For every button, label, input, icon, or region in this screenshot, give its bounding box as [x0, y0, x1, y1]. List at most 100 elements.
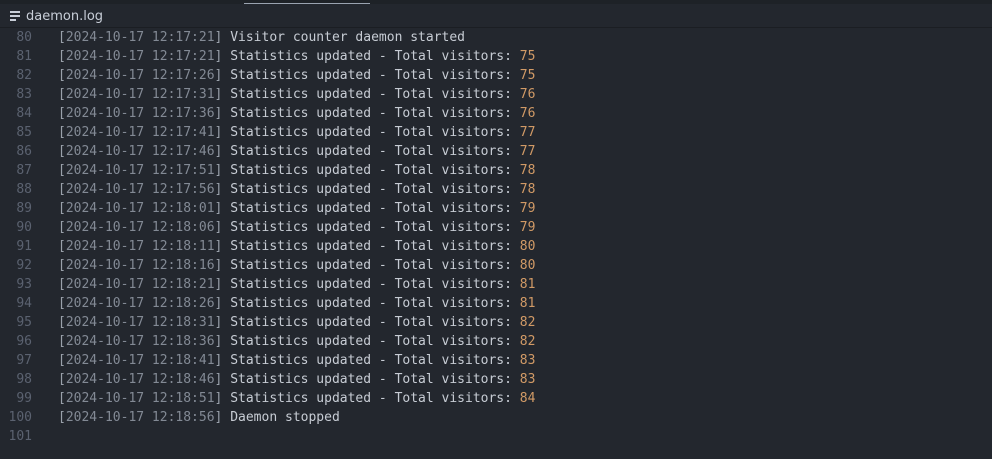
line-content: [2024-10-17 12:18:26] Statistics updated… [58, 294, 535, 313]
log-message: Statistics updated - Total visitors: [230, 106, 520, 121]
log-line[interactable]: 83 [2024-10-17 12:17:31] Statistics updat… [0, 85, 992, 104]
line-content: [2024-10-17 12:18:21] Statistics updated… [58, 275, 535, 294]
visitor-count: 75 [519, 68, 536, 83]
code-area[interactable]: 80 [2024-10-17 12:17:21] Visitor counter … [0, 28, 992, 446]
bracket-close: ] [214, 258, 231, 273]
bracket-open: [ [58, 239, 66, 254]
bracket-close: ] [214, 87, 231, 102]
bracket-close: ] [214, 239, 231, 254]
bracket-open: [ [58, 315, 66, 330]
log-line[interactable]: 101 [0, 427, 992, 446]
line-content: [2024-10-17 12:18:06] Statistics updated… [58, 218, 535, 237]
log-line[interactable]: 89 [2024-10-17 12:18:01] Statistics updat… [0, 199, 992, 218]
log-timestamp: 2024-10-17 12:18:56 [65, 410, 215, 425]
log-timestamp: 2024-10-17 12:18:51 [65, 391, 215, 406]
bracket-close: ] [214, 315, 231, 330]
line-content: [2024-10-17 12:18:31] Statistics updated… [58, 313, 535, 332]
tab-header: daemon.log [0, 4, 992, 28]
line-number: 87 [16, 163, 32, 178]
line-content: [2024-10-17 12:17:31] Statistics updated… [58, 85, 535, 104]
visitor-count: 75 [519, 49, 536, 64]
log-line[interactable]: 81 [2024-10-17 12:17:21] Statistics updat… [0, 47, 992, 66]
log-line[interactable]: 92 [2024-10-17 12:18:16] Statistics updat… [0, 256, 992, 275]
log-message: Daemon stopped [230, 410, 340, 425]
log-line[interactable]: 90 [2024-10-17 12:18:06] Statistics updat… [0, 218, 992, 237]
log-timestamp: 2024-10-17 12:18:31 [65, 315, 215, 330]
log-line[interactable]: 98 [2024-10-17 12:18:46] Statistics updat… [0, 370, 992, 389]
line-number: 82 [16, 68, 32, 83]
log-line[interactable]: 86 [2024-10-17 12:17:46] Statistics updat… [0, 142, 992, 161]
visitor-count: 81 [519, 277, 536, 292]
log-timestamp: 2024-10-17 12:18:46 [65, 372, 215, 387]
bracket-close: ] [214, 277, 231, 292]
line-content: [2024-10-17 12:17:26] Statistics updated… [58, 66, 535, 85]
file-tab[interactable]: daemon.log [10, 7, 103, 25]
bracket-open: [ [58, 144, 66, 159]
log-line[interactable]: 80 [2024-10-17 12:17:21] Visitor counter … [0, 28, 992, 47]
bracket-close: ] [214, 220, 231, 235]
log-message: Statistics updated - Total visitors: [230, 163, 520, 178]
visitor-count: 84 [519, 391, 536, 406]
bracket-close: ] [214, 49, 231, 64]
log-timestamp: 2024-10-17 12:17:21 [65, 49, 215, 64]
line-content: [2024-10-17 12:18:41] Statistics updated… [58, 351, 535, 370]
line-content: [2024-10-17 12:18:16] Statistics updated… [58, 256, 535, 275]
line-content: [2024-10-17 12:17:21] Visitor counter da… [58, 28, 465, 47]
visitor-count: 83 [519, 353, 536, 368]
log-message: Statistics updated - Total visitors: [230, 87, 520, 102]
file-name: daemon.log [26, 8, 104, 24]
log-line[interactable]: 91 [2024-10-17 12:18:11] Statistics updat… [0, 237, 992, 256]
visitor-count: 76 [519, 106, 536, 121]
bracket-close: ] [214, 334, 231, 349]
log-message: Statistics updated - Total visitors: [230, 49, 520, 64]
log-message: Statistics updated - Total visitors: [230, 372, 520, 387]
line-content: [2024-10-17 12:17:21] Statistics updated… [58, 47, 535, 66]
bracket-close: ] [214, 201, 231, 216]
line-number: 99 [16, 391, 32, 406]
log-line[interactable]: 97 [2024-10-17 12:18:41] Statistics updat… [0, 351, 992, 370]
log-timestamp: 2024-10-17 12:18:06 [65, 220, 215, 235]
log-timestamp: 2024-10-17 12:18:01 [65, 201, 215, 216]
log-timestamp: 2024-10-17 12:17:31 [65, 87, 215, 102]
log-line[interactable]: 88 [2024-10-17 12:17:56] Statistics updat… [0, 180, 992, 199]
log-message: Visitor counter daemon started [230, 30, 466, 45]
line-content: [2024-10-17 12:18:46] Statistics updated… [58, 370, 535, 389]
line-number: 90 [16, 220, 32, 235]
log-message: Statistics updated - Total visitors: [230, 391, 520, 406]
log-line[interactable]: 93 [2024-10-17 12:18:21] Statistics updat… [0, 275, 992, 294]
log-timestamp: 2024-10-17 12:17:41 [65, 125, 215, 140]
log-timestamp: 2024-10-17 12:17:26 [65, 68, 215, 83]
log-timestamp: 2024-10-17 12:18:26 [65, 296, 215, 311]
bracket-close: ] [214, 391, 231, 406]
log-timestamp: 2024-10-17 12:18:21 [65, 277, 215, 292]
log-line[interactable]: 96 [2024-10-17 12:18:36] Statistics updat… [0, 332, 992, 351]
log-message: Statistics updated - Total visitors: [230, 334, 520, 349]
log-line[interactable]: 100 [2024-10-17 12:18:56] Daemon stopped [0, 408, 992, 427]
bracket-open: [ [58, 68, 66, 83]
log-line[interactable]: 94 [2024-10-17 12:18:26] Statistics updat… [0, 294, 992, 313]
bracket-open: [ [58, 163, 66, 178]
log-message: Statistics updated - Total visitors: [230, 258, 520, 273]
log-line[interactable]: 85 [2024-10-17 12:17:41] Statistics updat… [0, 123, 992, 142]
line-number: 93 [16, 277, 32, 292]
log-timestamp: 2024-10-17 12:17:51 [65, 163, 215, 178]
log-line[interactable]: 87 [2024-10-17 12:17:51] Statistics updat… [0, 161, 992, 180]
bracket-open: [ [58, 372, 66, 387]
bracket-open: [ [58, 258, 66, 273]
bracket-close: ] [214, 163, 231, 178]
log-line[interactable]: 82 [2024-10-17 12:17:26] Statistics updat… [0, 66, 992, 85]
visitor-count: 78 [519, 182, 536, 197]
line-number: 81 [16, 49, 32, 64]
bracket-close: ] [214, 182, 231, 197]
log-line[interactable]: 84 [2024-10-17 12:17:36] Statistics updat… [0, 104, 992, 123]
log-editor[interactable]: daemon.log 80 [2024-10-17 12:17:21] Visit… [0, 0, 992, 459]
line-number: 85 [16, 125, 32, 140]
bracket-close: ] [214, 410, 231, 425]
log-timestamp: 2024-10-17 12:17:46 [65, 144, 215, 159]
bracket-open: [ [58, 353, 66, 368]
log-timestamp: 2024-10-17 12:17:56 [65, 182, 215, 197]
log-timestamp: 2024-10-17 12:18:16 [65, 258, 215, 273]
log-line[interactable]: 99 [2024-10-17 12:18:51] Statistics updat… [0, 389, 992, 408]
line-number: 94 [16, 296, 32, 311]
log-line[interactable]: 95 [2024-10-17 12:18:31] Statistics updat… [0, 313, 992, 332]
